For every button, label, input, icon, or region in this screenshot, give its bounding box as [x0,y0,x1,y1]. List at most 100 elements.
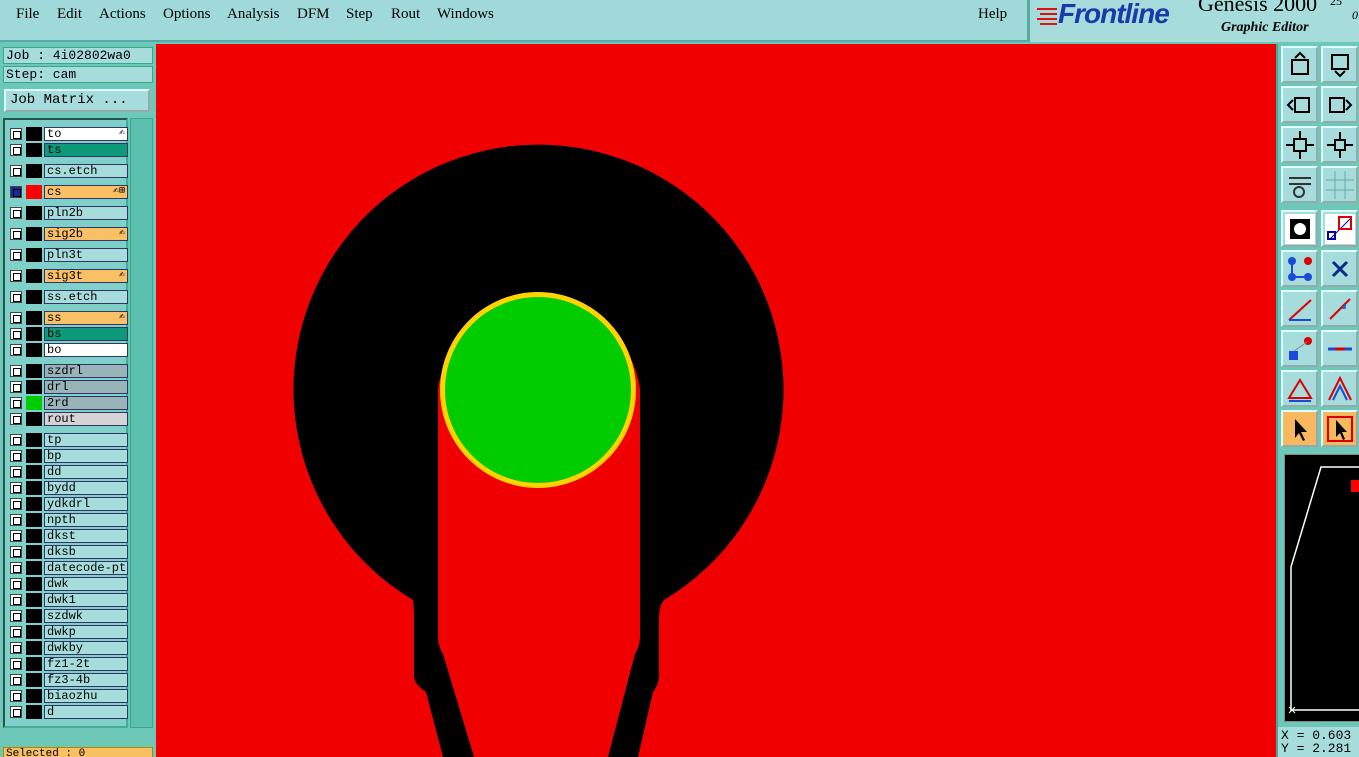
zoom-in-button[interactable] [1281,126,1318,163]
layer-checkbox[interactable] [10,610,22,622]
layer-color-swatch[interactable] [26,545,42,559]
layer-color-swatch[interactable] [26,206,42,220]
menu-analysis[interactable]: Analysis [227,6,280,23]
layer-checkbox[interactable] [10,186,22,198]
pointer-button[interactable] [1281,410,1318,447]
menu-edit[interactable]: Edit [57,6,82,23]
menu-step[interactable]: Step [346,6,373,23]
layer-checkbox[interactable] [10,413,22,425]
layer-checkbox[interactable] [10,434,22,446]
layer-color-swatch[interactable] [26,396,42,410]
layer-checkbox[interactable] [10,344,22,356]
menu-windows[interactable]: Windows [437,6,494,23]
overview-map[interactable] [1284,454,1359,722]
layer-checkbox[interactable] [10,626,22,638]
layer-name[interactable]: 2rd [44,396,128,410]
layer-name[interactable]: bp [44,449,128,463]
layer-checkbox[interactable] [10,498,22,510]
layer-name[interactable]: dksb [44,545,128,559]
layer-row[interactable]: fz3-4b [8,673,128,687]
layer-name[interactable]: pln2b [44,206,128,220]
layer-name[interactable]: pln3t [44,248,128,262]
layer-checkbox[interactable] [10,207,22,219]
layer-checkbox[interactable] [10,397,22,409]
job-matrix-button[interactable]: Job Matrix ... [4,89,150,112]
layer-row[interactable]: rout [8,412,128,426]
layer-row[interactable]: dwkp [8,625,128,639]
layer-row[interactable]: bydd [8,481,128,495]
layer-checkbox[interactable] [10,144,22,156]
layer-name[interactable]: d [44,705,128,719]
pan-down-button[interactable] [1321,46,1358,83]
layer-color-swatch[interactable] [26,497,42,511]
select-shape-button[interactable] [1321,210,1358,247]
layer-row[interactable]: bo [8,343,128,357]
layer-checkbox[interactable] [10,466,22,478]
layer-color-swatch[interactable] [26,143,42,157]
layer-name[interactable]: bo [44,343,128,357]
layer-checkbox[interactable] [10,690,22,702]
layer-row[interactable]: 2rd [8,396,128,410]
layer-color-swatch[interactable] [26,248,42,262]
layer-checkbox[interactable] [10,674,22,686]
layer-name[interactable]: szdrl [44,364,128,378]
layer-row[interactable]: dwkby [8,641,128,655]
layer-name[interactable]: cs ✍⊞ [44,185,128,199]
connect-button[interactable] [1281,250,1318,287]
layer-row[interactable]: tp [8,433,128,447]
layer-row[interactable]: dwk1 [8,593,128,607]
layer-checkbox[interactable] [10,658,22,670]
layer-color-swatch[interactable] [26,689,42,703]
layer-row[interactable]: dksb [8,545,128,559]
pad-add-button[interactable] [1281,330,1318,367]
layer-checkbox[interactable] [10,530,22,542]
layer-checkbox[interactable] [10,594,22,606]
pan-up-button[interactable] [1281,46,1318,83]
layer-color-swatch[interactable] [26,127,42,141]
layer-color-swatch[interactable] [26,529,42,543]
layer-color-swatch[interactable] [26,327,42,341]
grid-button[interactable] [1321,166,1358,203]
layer-scrollbar[interactable] [130,118,153,728]
layer-name[interactable]: dwk [44,577,128,591]
layer-checkbox[interactable] [10,128,22,140]
layer-color-swatch[interactable] [26,433,42,447]
layer-color-swatch[interactable] [26,412,42,426]
layer-row[interactable]: ts [8,143,128,157]
layer-name[interactable]: fz3-4b [44,673,128,687]
layer-checkbox[interactable] [10,365,22,377]
pan-left-button[interactable] [1281,86,1318,123]
layer-color-swatch[interactable] [26,311,42,325]
layer-name[interactable]: ydkdrl [44,497,128,511]
layer-checkbox[interactable] [10,165,22,177]
layer-checkbox[interactable] [10,514,22,526]
layer-checkbox[interactable] [10,546,22,558]
layer-color-swatch[interactable] [26,481,42,495]
layer-color-swatch[interactable] [26,657,42,671]
layer-name[interactable]: to ✍ [44,127,128,141]
layer-checkbox[interactable] [10,450,22,462]
menu-dfm[interactable]: DFM [297,6,330,23]
layer-name[interactable]: biaozhu [44,689,128,703]
layer-checkbox[interactable] [10,328,22,340]
layer-row[interactable]: sig2b ✍ [8,227,128,241]
pointer-select-button[interactable] [1321,410,1358,447]
layer-row[interactable]: pln3t [8,248,128,262]
layer-row[interactable]: dwk [8,577,128,591]
zoom-out-button[interactable] [1321,126,1358,163]
layer-row[interactable]: bp [8,449,128,463]
layer-checkbox[interactable] [10,482,22,494]
layer-checkbox[interactable] [10,249,22,261]
layer-row[interactable]: ss ✍ [8,311,128,325]
layer-name[interactable]: szdwk [44,609,128,623]
layer-checkbox[interactable] [10,578,22,590]
layer-color-swatch[interactable] [26,164,42,178]
layer-name[interactable]: dkst [44,529,128,543]
layer-color-swatch[interactable] [26,593,42,607]
layer-name[interactable]: ss ✍ [44,311,128,325]
layer-row[interactable]: pln2b [8,206,128,220]
layer-name[interactable]: dd [44,465,128,479]
layer-name[interactable]: sig3t ✍ [44,269,128,283]
menu-actions[interactable]: Actions [99,6,146,23]
layer-name[interactable]: rout [44,412,128,426]
